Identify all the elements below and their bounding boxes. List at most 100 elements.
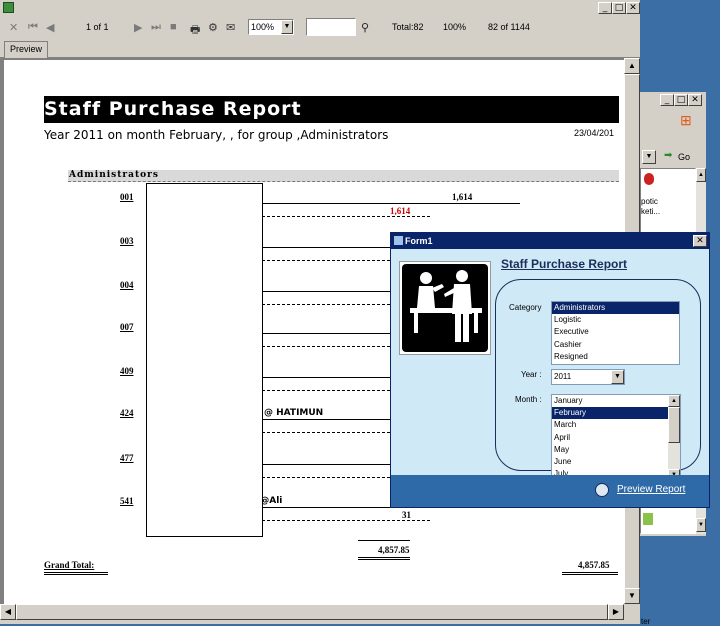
month-scrollbar[interactable]: ▲ ▼ bbox=[668, 395, 680, 481]
month-option[interactable]: June bbox=[552, 456, 668, 468]
zoom-value: 100% bbox=[251, 22, 275, 32]
maximize-icon[interactable]: □ bbox=[674, 94, 688, 106]
horizontal-scrollbar[interactable]: ◀ ▶ bbox=[0, 604, 624, 620]
row-dash-rule bbox=[262, 520, 430, 521]
bg-text-2: keti... bbox=[641, 207, 661, 216]
staff-name: @ HATIMUN bbox=[264, 408, 324, 418]
last-page-icon[interactable]: ⏭ bbox=[151, 21, 161, 34]
year-label: Year : bbox=[521, 370, 542, 379]
form-heading: Staff Purchase Report bbox=[501, 257, 628, 271]
month-listbox[interactable]: JanuaryFebruaryMarchAprilMayJuneJuly ▲ ▼ bbox=[551, 394, 681, 482]
staff-code: 477 bbox=[120, 453, 134, 463]
scroll-up-icon[interactable]: ▲ bbox=[668, 395, 680, 407]
preview-report-link[interactable]: Preview Report bbox=[617, 484, 685, 495]
close-icon[interactable]: ✕ bbox=[626, 2, 640, 14]
bg-item-icon bbox=[644, 173, 654, 185]
app-icon bbox=[3, 2, 14, 13]
viewer-title-bar: _ □ ✕ bbox=[0, 0, 640, 16]
month-option[interactable]: April bbox=[552, 432, 668, 444]
bg-text-3: ter bbox=[641, 617, 651, 626]
group-total: 4,857.85 bbox=[378, 545, 410, 555]
grand-total-label: Grand Total: bbox=[44, 560, 95, 570]
report-icon bbox=[595, 483, 609, 497]
total-label: Total:82 bbox=[392, 22, 424, 32]
scroll-down-icon[interactable]: ▼ bbox=[624, 588, 640, 604]
first-page-icon[interactable]: ⏮ bbox=[28, 21, 38, 34]
staff-code: 424 bbox=[120, 408, 134, 418]
bg-doc-icon bbox=[643, 513, 653, 525]
staff-code: 003 bbox=[120, 236, 134, 246]
category-option[interactable]: Logistic bbox=[552, 314, 679, 326]
zoom-select[interactable]: 100% ▼ bbox=[248, 19, 294, 35]
grand-total-value: 4,857.85 bbox=[578, 560, 610, 570]
next-page-icon[interactable]: ▶ bbox=[134, 21, 142, 34]
cashier-picture bbox=[399, 261, 491, 355]
close-icon[interactable]: ✕ bbox=[693, 235, 707, 247]
scroll-thumb[interactable] bbox=[668, 407, 680, 443]
group-label: Administrators bbox=[69, 170, 159, 180]
staff-code: 007 bbox=[120, 322, 134, 332]
chevron-down-icon[interactable]: ▼ bbox=[642, 150, 656, 164]
row-subtotal: 31 bbox=[402, 510, 411, 520]
category-option[interactable]: Cashier bbox=[552, 339, 679, 351]
close-icon[interactable]: ✕ bbox=[688, 94, 702, 106]
print-setup-icon[interactable]: ⚙ bbox=[208, 21, 218, 34]
go-arrow-icon[interactable]: ➡ bbox=[664, 150, 672, 161]
print-icon[interactable]: 🖶 bbox=[190, 21, 200, 40]
scroll-right-icon[interactable]: ▶ bbox=[608, 604, 624, 620]
month-option[interactable]: May bbox=[552, 444, 668, 456]
tab-preview[interactable]: Preview bbox=[4, 41, 48, 58]
form1-dialog: Form1 ✕ Staff Purchase Report Category A… bbox=[390, 232, 710, 508]
close-report-icon[interactable]: ✕ bbox=[9, 21, 18, 34]
grand-total-underline-left bbox=[44, 572, 108, 575]
row-dash-rule bbox=[262, 216, 430, 217]
minimize-icon[interactable]: _ bbox=[598, 2, 612, 14]
year-select[interactable]: 2011 ▼ bbox=[551, 369, 625, 385]
scroll-down-icon[interactable]: ▼ bbox=[696, 518, 706, 532]
category-listbox[interactable]: Administrators Logistic Executive Cashier Re… bbox=[551, 301, 680, 365]
records-label: 82 of 1144 bbox=[488, 22, 530, 32]
windows-logo-icon: ⊞ bbox=[680, 112, 692, 128]
category-label: Category bbox=[509, 303, 542, 312]
tab-bar: Preview bbox=[0, 40, 640, 58]
month-option[interactable]: January bbox=[552, 395, 668, 407]
category-option[interactable]: Administrators bbox=[552, 302, 679, 315]
scroll-up-icon[interactable]: ▲ bbox=[696, 168, 706, 182]
month-items: January February March April May June July bbox=[552, 395, 668, 480]
stop-icon[interactable]: ■ bbox=[170, 21, 177, 33]
cashier-counter-icon bbox=[402, 264, 488, 352]
category-option[interactable]: Executive bbox=[552, 326, 679, 338]
bg-title-bar: _ □ ✕ bbox=[640, 92, 706, 108]
chevron-down-icon[interactable]: ▼ bbox=[611, 370, 624, 384]
staff-code: 541 bbox=[120, 496, 134, 506]
scroll-up-icon[interactable]: ▲ bbox=[624, 58, 640, 74]
month-option[interactable]: February bbox=[552, 407, 668, 420]
hscroll-thumb[interactable] bbox=[16, 604, 608, 620]
scroll-left-icon[interactable]: ◀ bbox=[0, 604, 16, 620]
export-icon[interactable]: ✉ bbox=[226, 21, 235, 34]
group-total-underline bbox=[358, 557, 410, 560]
group-total-top-line bbox=[358, 540, 410, 541]
bg-text-1: potic bbox=[641, 197, 658, 206]
month-label: Month : bbox=[515, 395, 542, 404]
category-option[interactable]: Resigned bbox=[552, 351, 679, 363]
staff-code: 409 bbox=[120, 366, 134, 376]
grand-total-underline-right bbox=[562, 572, 618, 575]
form1-body: Staff Purchase Report Category Administr… bbox=[391, 249, 709, 482]
year-value: 2011 bbox=[554, 372, 572, 381]
report-title: Staff Purchase Report bbox=[44, 96, 619, 123]
maximize-icon[interactable]: □ bbox=[612, 2, 626, 14]
form1-title: Form1 bbox=[405, 236, 433, 246]
search-input[interactable] bbox=[306, 18, 356, 36]
minimize-icon[interactable]: _ bbox=[660, 94, 674, 106]
prev-page-icon[interactable]: ◀ bbox=[46, 21, 54, 34]
page-indicator: 1 of 1 bbox=[86, 22, 109, 32]
binoculars-icon[interactable]: ⚲ bbox=[361, 21, 369, 34]
row-rule bbox=[262, 203, 520, 204]
chevron-down-icon[interactable]: ▼ bbox=[281, 20, 293, 34]
month-option[interactable]: March bbox=[552, 419, 668, 431]
bg-address-row: ▼ ➡ Go bbox=[640, 148, 706, 166]
report-subtitle: Year 2011 on month February, , for group… bbox=[44, 128, 389, 142]
blank-column-box bbox=[146, 183, 263, 537]
go-button[interactable]: Go bbox=[678, 152, 690, 162]
